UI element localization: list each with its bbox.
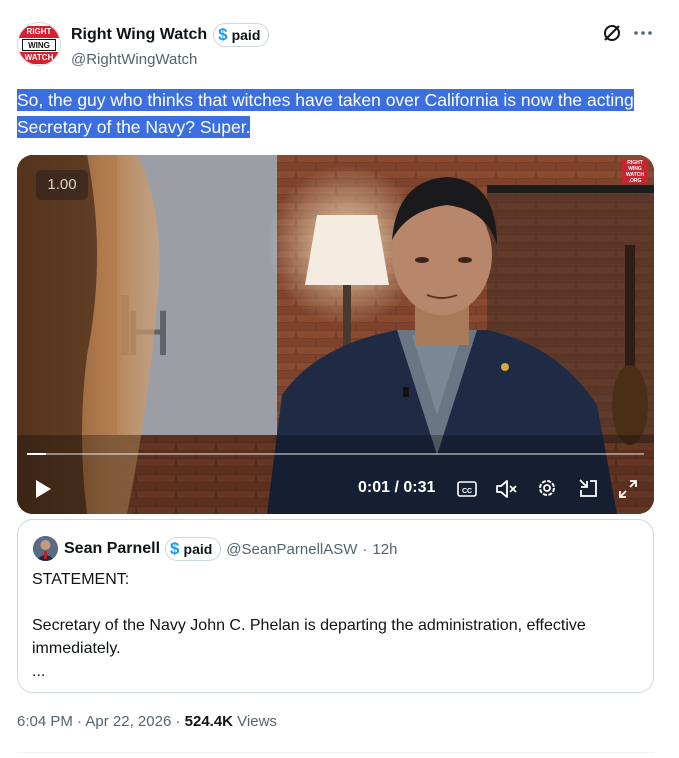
avatar-line-3: WATCH [18, 52, 60, 64]
quote-paid-badge-label: paid [183, 541, 213, 557]
video-player[interactable]: H [17, 155, 654, 514]
tweet-text-content: So, the guy who thinks that witches have… [17, 89, 634, 138]
video-progress-fill [27, 453, 46, 455]
divider [17, 752, 654, 753]
author-name-row: Right Wing Watch $ paid [71, 22, 270, 48]
video-watermark: RIGHT WING WATCH .ORG [622, 159, 648, 184]
grok-icon[interactable] [601, 22, 623, 44]
quote-display-name[interactable]: Sean Parnell [64, 540, 160, 558]
meta-separator: · [171, 713, 185, 730]
video-frame: H [17, 155, 654, 514]
tweet-meta: 6:04 PM · Apr 22, 2026 · 524.4K Views [17, 713, 277, 730]
author-handle[interactable]: @RightWingWatch [71, 51, 197, 68]
paid-badge-label: paid [231, 27, 261, 43]
quote-body: STATEMENT: Secretary of the Navy John C.… [32, 571, 586, 680]
quote-separator: · [362, 540, 368, 558]
quote-header: Sean Parnell $ paid @SeanParnellASW · 12… [64, 536, 397, 562]
tweet-text: So, the guy who thinks that witches have… [17, 87, 667, 141]
dollar-icon: $ [170, 539, 180, 558]
paid-badge[interactable]: $ paid [213, 23, 270, 47]
avatar-line-2: WING [22, 39, 56, 51]
quoted-tweet[interactable]: Sean Parnell $ paid @SeanParnellASW · 12… [17, 519, 654, 693]
closed-captions-icon[interactable]: CC [457, 480, 477, 498]
views-count[interactable]: 524.4K [185, 713, 233, 730]
views-label: Views [233, 713, 277, 730]
dollar-icon: $ [218, 25, 228, 44]
meta-separator: · [72, 713, 86, 730]
tweet: RIGHT WING WATCH Right Wing Watch $ paid… [0, 0, 679, 758]
quote-author-avatar[interactable] [33, 536, 58, 561]
svg-text:CC: CC [462, 488, 472, 495]
tweet-time[interactable]: 6:04 PM [17, 713, 73, 730]
quote-age[interactable]: 12h [372, 541, 397, 558]
mute-icon[interactable] [495, 478, 519, 500]
video-progress-bar[interactable] [27, 453, 644, 455]
quote-paid-badge[interactable]: $ paid [165, 537, 222, 561]
settings-icon[interactable] [536, 477, 558, 499]
avatar-line-1: RIGHT [18, 26, 60, 38]
quote-handle[interactable]: @SeanParnellASW [226, 541, 357, 558]
pip-icon[interactable] [577, 477, 599, 499]
more-options-icon[interactable] [632, 22, 656, 44]
author-display-name[interactable]: Right Wing Watch [71, 26, 207, 44]
play-icon[interactable] [33, 478, 53, 500]
tweet-date[interactable]: Apr 22, 2026 [85, 713, 171, 730]
author-avatar[interactable]: RIGHT WING WATCH [17, 22, 61, 66]
fullscreen-icon[interactable] [617, 478, 639, 500]
playback-speed-badge[interactable]: 1.00 [36, 170, 88, 200]
video-time: 0:01 / 0:31 [358, 479, 436, 496]
